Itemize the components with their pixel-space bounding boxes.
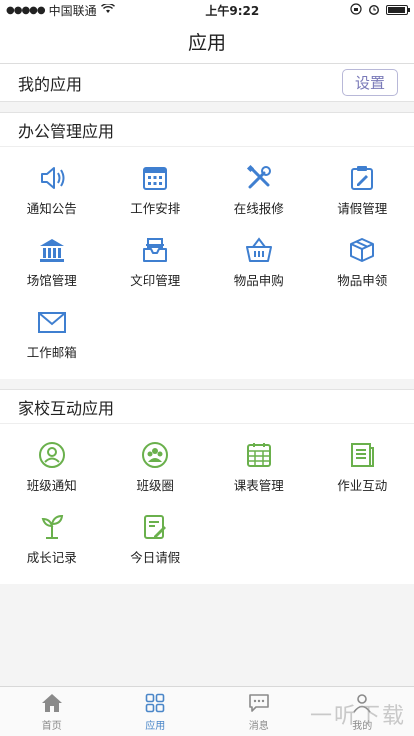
app-label: 文印管理 — [130, 273, 181, 288]
tab-bar: 首页 应用 消息 我的 — [0, 686, 414, 736]
tab-home[interactable]: 首页 — [0, 687, 104, 736]
app-class-circle[interactable]: 班级圈 — [104, 434, 208, 506]
app-notice[interactable]: 通知公告 — [0, 157, 104, 229]
app-label: 物品申购 — [233, 273, 284, 288]
timetable-icon — [242, 438, 276, 472]
app-label: 工作邮箱 — [26, 345, 77, 360]
my-apps-row: 我的应用 设置 — [0, 64, 414, 102]
box-icon — [345, 233, 379, 267]
sprout-icon — [35, 510, 69, 544]
app-label: 班级通知 — [26, 478, 77, 493]
apps-icon — [143, 691, 167, 715]
app-label: 作业互动 — [337, 478, 388, 493]
home-icon — [40, 691, 64, 715]
app-print-management[interactable]: 文印管理 — [104, 229, 208, 301]
my-apps-title: 我的应用 — [18, 74, 83, 94]
home-school-title: 家校互动应用 — [0, 390, 414, 424]
tab-label: 消息 — [248, 721, 269, 732]
app-label: 工作安排 — [130, 201, 181, 216]
notice-icon — [35, 438, 69, 472]
page-title: 应用 — [187, 32, 226, 54]
home-school-section: 家校互动应用 班级通知 班级圈 课表管理 作业互动 成长记录 今日请假 — [0, 389, 414, 584]
basket-icon — [242, 233, 276, 267]
tab-label: 我的 — [352, 721, 373, 732]
carrier-name: 中国联通 — [48, 3, 97, 18]
app-label: 通知公告 — [26, 201, 77, 216]
leave-form-icon — [345, 161, 379, 195]
speaker-icon — [35, 161, 69, 195]
orientation-lock-icon — [350, 2, 362, 18]
homework-icon — [345, 438, 379, 472]
app-label: 物品申领 — [337, 273, 388, 288]
app-label: 场馆管理 — [26, 273, 77, 288]
app-today-leave[interactable]: 今日请假 — [104, 506, 208, 578]
status-bar: ●●●●● 中国联通 上午9:22 — [0, 0, 414, 20]
nav-bar: 应用 — [0, 20, 414, 64]
app-label: 成长记录 — [26, 550, 77, 565]
app-label: 今日请假 — [130, 550, 181, 565]
office-apps-title: 办公管理应用 — [0, 113, 414, 147]
tab-label: 首页 — [41, 721, 62, 732]
app-label: 请假管理 — [337, 201, 388, 216]
wifi-icon — [100, 3, 115, 17]
app-label: 在线报修 — [233, 201, 284, 216]
app-venue-management[interactable]: 场馆管理 — [0, 229, 104, 301]
calendar-icon — [138, 161, 172, 195]
app-label: 班级圈 — [136, 478, 174, 493]
office-apps-section: 办公管理应用 通知公告 工作安排 在线报修 请假管理 场馆管理 文印管理 物品申… — [0, 112, 414, 379]
mail-icon — [35, 305, 69, 339]
app-online-repair[interactable]: 在线报修 — [207, 157, 311, 229]
app-label: 课表管理 — [233, 478, 284, 493]
leave-today-icon — [138, 510, 172, 544]
person-icon — [350, 691, 374, 715]
app-growth-record[interactable]: 成长记录 — [0, 506, 104, 578]
tab-messages[interactable]: 消息 — [207, 687, 311, 736]
app-leave-management[interactable]: 请假管理 — [311, 157, 414, 229]
app-item-request[interactable]: 物品申领 — [311, 229, 414, 301]
tray-icon — [138, 233, 172, 267]
app-class-notice[interactable]: 班级通知 — [0, 434, 104, 506]
tab-mine[interactable]: 我的 — [311, 687, 414, 736]
tools-icon — [242, 161, 276, 195]
app-work-schedule[interactable]: 工作安排 — [104, 157, 208, 229]
message-icon — [247, 691, 271, 715]
signal-icon: ●●●●● — [6, 4, 46, 16]
app-homework[interactable]: 作业互动 — [311, 434, 414, 506]
settings-button[interactable]: 设置 — [342, 69, 398, 96]
app-timetable[interactable]: 课表管理 — [207, 434, 311, 506]
building-icon — [35, 233, 69, 267]
alarm-icon — [368, 3, 380, 18]
app-item-purchase[interactable]: 物品申购 — [207, 229, 311, 301]
tab-apps[interactable]: 应用 — [104, 687, 208, 736]
group-icon — [138, 438, 172, 472]
app-work-mail[interactable]: 工作邮箱 — [0, 301, 104, 373]
battery-icon — [385, 5, 410, 15]
tab-label: 应用 — [145, 721, 166, 732]
clock: 上午9:22 — [205, 3, 260, 18]
